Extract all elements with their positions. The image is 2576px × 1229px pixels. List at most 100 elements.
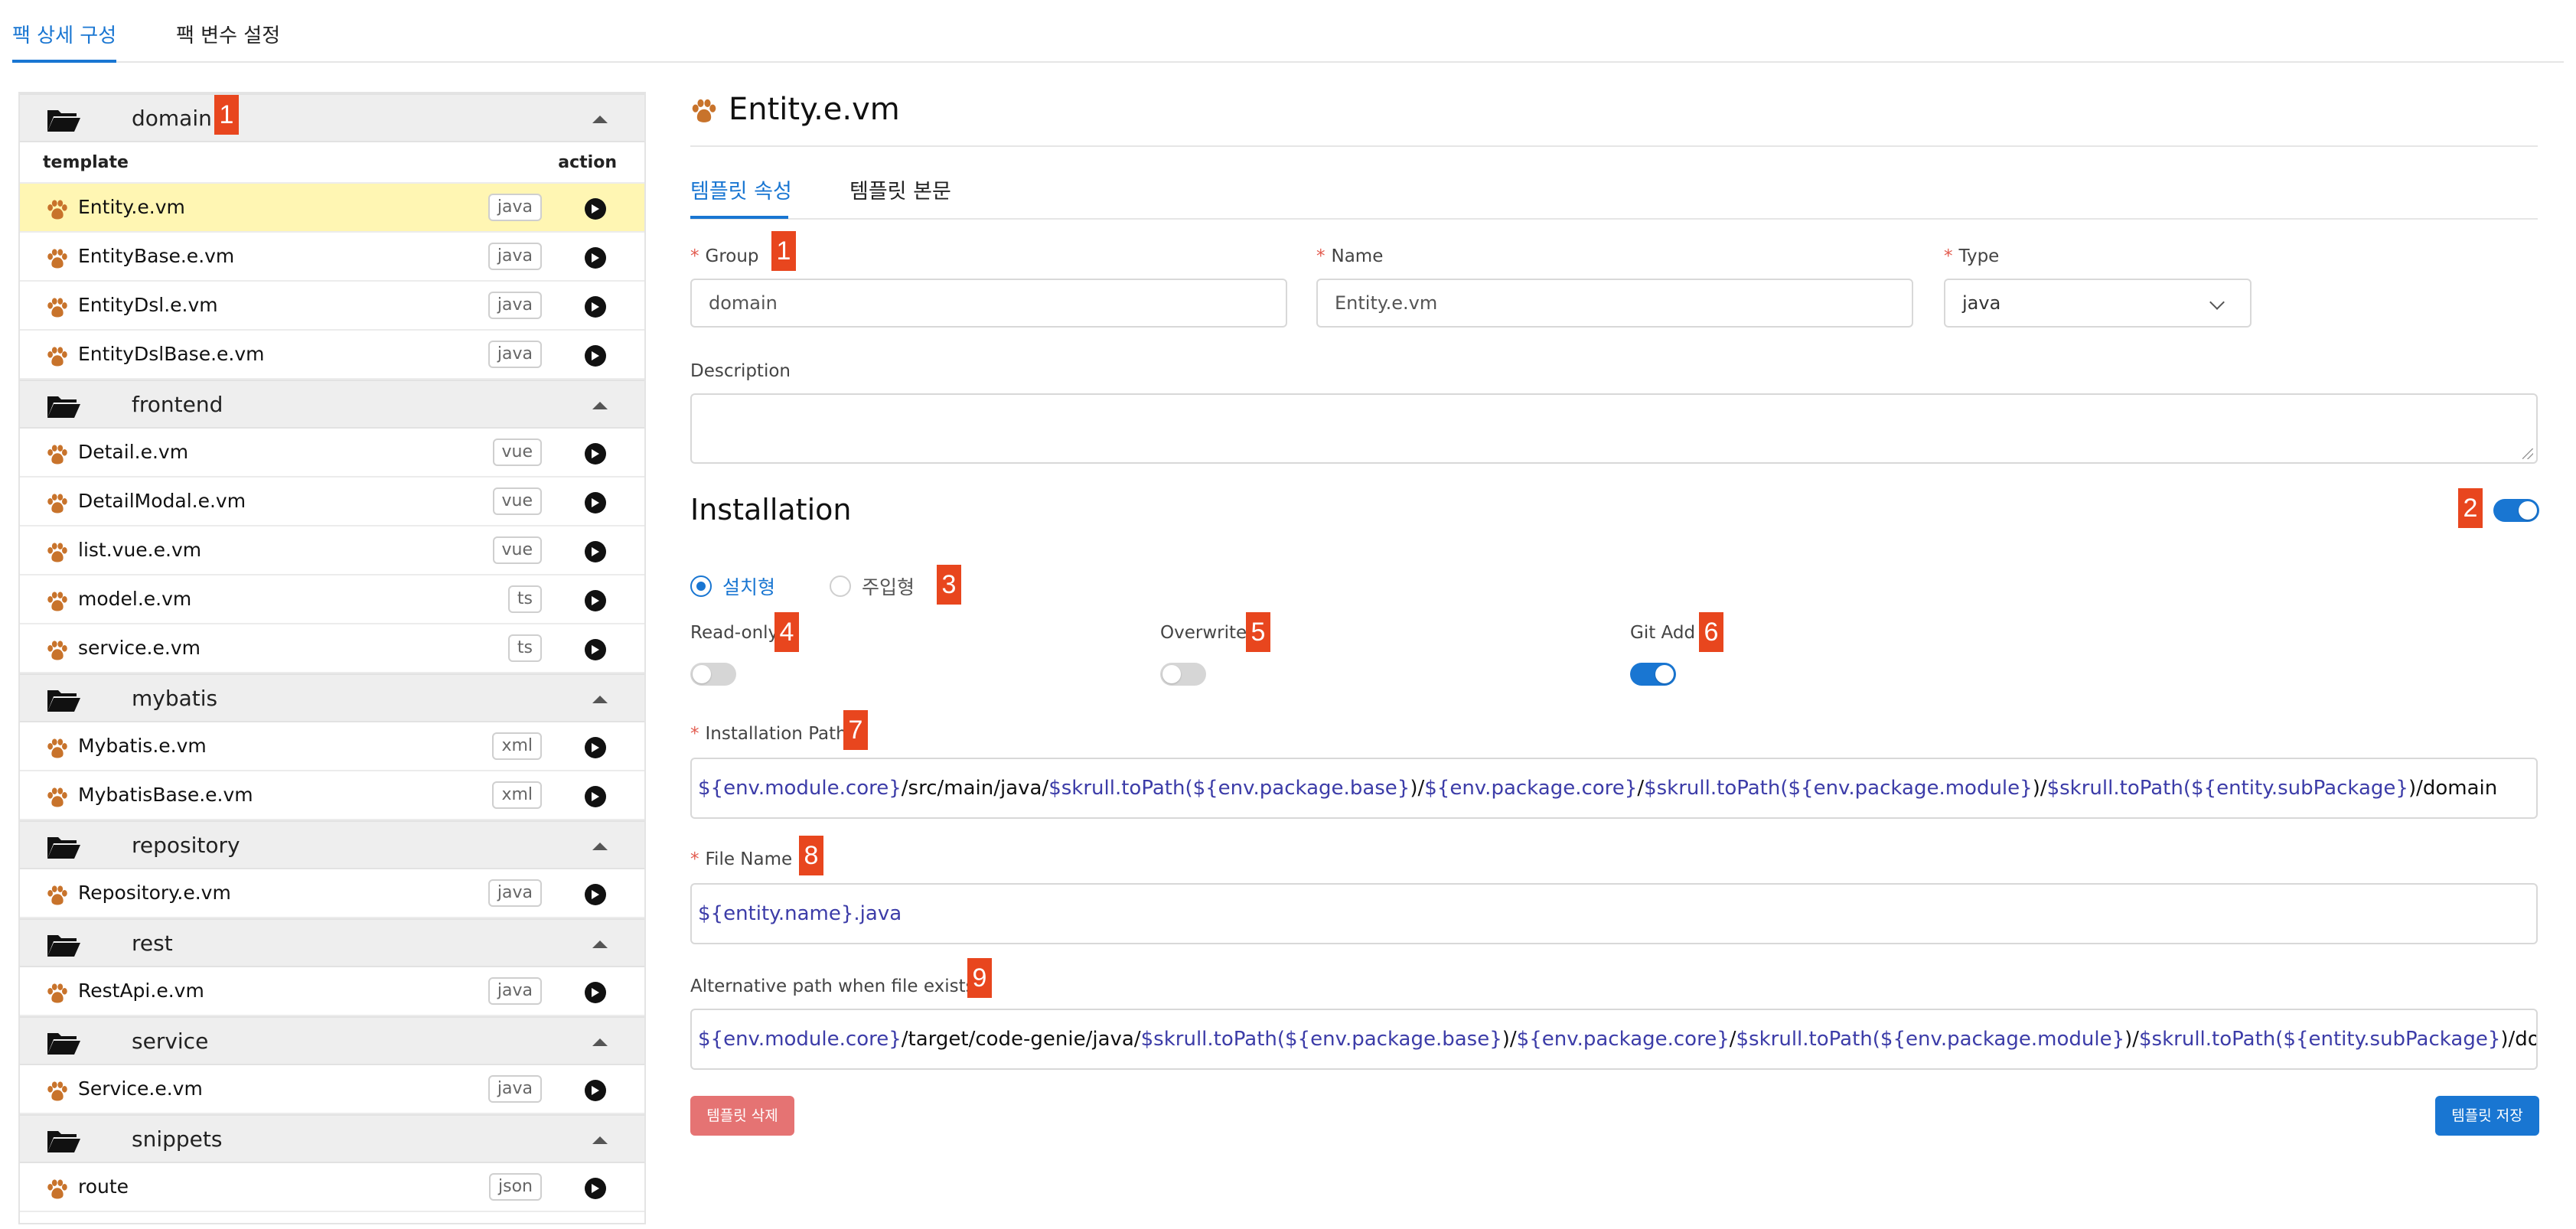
- type-select[interactable]: java: [1944, 279, 2252, 328]
- arrow-right-icon[interactable]: [585, 639, 606, 660]
- arrow-right-icon[interactable]: [585, 541, 606, 562]
- tab-pack-variables[interactable]: 팩 변수 설정: [176, 20, 280, 48]
- description-textarea[interactable]: [690, 393, 2538, 464]
- tree-group-frontend[interactable]: frontend: [20, 380, 644, 429]
- toggle-knob: [2519, 501, 2537, 520]
- tree-group-repository[interactable]: repository: [20, 820, 644, 869]
- template-name: DetailModal.e.vm: [78, 490, 246, 512]
- annotation-marker: 4: [774, 612, 799, 652]
- template-variable: ${env.module.core}: [698, 777, 902, 800]
- folder-open-icon: [46, 932, 81, 958]
- git-add-toggle[interactable]: [1630, 663, 1676, 686]
- path-text: )/domain: [2500, 1028, 2538, 1051]
- template-name: Service.e.vm: [78, 1077, 203, 1100]
- folder-open-icon: [46, 687, 81, 713]
- arrow-right-icon[interactable]: [585, 737, 606, 758]
- radio-inject-type[interactable]: [830, 575, 851, 597]
- tree-group-snippets[interactable]: snippets: [20, 1114, 644, 1163]
- template-type-badge: vue: [492, 536, 542, 564]
- arrow-right-icon[interactable]: [585, 884, 606, 905]
- folder-open-icon: [46, 393, 81, 419]
- template-name: service.e.vm: [78, 637, 201, 659]
- column-action-label: action: [558, 153, 617, 172]
- template-row[interactable]: list.vue.e.vm vue: [20, 526, 644, 575]
- delete-template-button[interactable]: 템플릿 삭제: [690, 1096, 794, 1136]
- paw-icon: [46, 787, 69, 808]
- arrow-right-icon[interactable]: [585, 296, 606, 318]
- template-name: Mybatis.e.vm: [78, 735, 207, 757]
- collapse-caret-icon[interactable]: [592, 1136, 608, 1144]
- template-row[interactable]: Mybatis.e.vm xml: [20, 722, 644, 771]
- template-row[interactable]: RestApi.e.vm java: [20, 967, 644, 1016]
- tree-group-service[interactable]: service: [20, 1016, 644, 1065]
- tree-group-mybatis[interactable]: mybatis: [20, 673, 644, 722]
- toggle-knob: [1655, 665, 1674, 683]
- collapse-caret-icon[interactable]: [592, 1038, 608, 1046]
- template-row[interactable]: EntityDsl.e.vm java: [20, 282, 644, 331]
- group-input[interactable]: domain: [690, 279, 1287, 328]
- alternative-path-input[interactable]: ${env.module.core}/target/code-genie/jav…: [690, 1009, 2538, 1070]
- template-row[interactable]: DetailModal.e.vm vue: [20, 478, 644, 526]
- installation-toggle[interactable]: [2493, 499, 2539, 522]
- template-row[interactable]: Detail.e.vm vue: [20, 429, 644, 478]
- overwrite-label: Overwrite: [1160, 623, 1247, 643]
- template-row[interactable]: Repository.e.vm java: [20, 869, 644, 918]
- tree-group-rest[interactable]: rest: [20, 918, 644, 967]
- arrow-right-icon[interactable]: [585, 982, 606, 1003]
- template-variable: $skrull.toPath(: [1736, 1028, 1880, 1051]
- collapse-caret-icon[interactable]: [592, 402, 608, 409]
- paw-icon: [46, 1081, 69, 1102]
- collapse-caret-icon[interactable]: [592, 696, 608, 703]
- template-variable: ${env.package.core}: [1424, 777, 1638, 800]
- template-row[interactable]: Service.e.vm java: [20, 1065, 644, 1114]
- annotation-marker: 2: [2458, 488, 2483, 528]
- tab-template-properties[interactable]: 템플릿 속성: [690, 174, 792, 204]
- overwrite-toggle[interactable]: [1160, 663, 1206, 686]
- template-row[interactable]: EntityDslBase.e.vm java: [20, 331, 644, 380]
- template-row[interactable]: route json: [20, 1163, 644, 1212]
- name-input[interactable]: Entity.e.vm: [1316, 279, 1913, 328]
- template-name: list.vue.e.vm: [78, 539, 202, 561]
- file-name-input[interactable]: ${entity.name}.java: [690, 883, 2538, 944]
- collapse-caret-icon[interactable]: [592, 116, 608, 123]
- git-add-label: Git Add: [1630, 623, 1696, 643]
- template-row[interactable]: MybatisBase.e.vm xml: [20, 771, 644, 820]
- template-name: Detail.e.vm: [78, 441, 189, 463]
- arrow-right-icon[interactable]: [585, 247, 606, 269]
- arrow-right-icon[interactable]: [585, 1178, 606, 1199]
- chevron-down-icon: [2209, 295, 2225, 310]
- tree-group-domain[interactable]: domain: [20, 93, 644, 142]
- template-row[interactable]: EntityBase.e.vm java: [20, 233, 644, 282]
- arrow-right-icon[interactable]: [585, 443, 606, 465]
- paw-icon: [46, 248, 69, 269]
- template-row[interactable]: Entity.e.vm java: [20, 184, 644, 233]
- toggle-knob: [1162, 665, 1181, 683]
- arrow-right-icon[interactable]: [585, 786, 606, 807]
- template-name: EntityDslBase.e.vm: [78, 343, 265, 365]
- arrow-right-icon[interactable]: [585, 1080, 606, 1101]
- paw-icon: [46, 542, 69, 563]
- template-row[interactable]: model.e.vm ts: [20, 575, 644, 624]
- read-only-toggle[interactable]: [690, 663, 736, 686]
- paw-icon: [46, 640, 69, 661]
- installation-path-input[interactable]: ${env.module.core}/src/main/java/$skrull…: [690, 758, 2538, 819]
- arrow-right-icon[interactable]: [585, 198, 606, 220]
- arrow-right-icon[interactable]: [585, 345, 606, 367]
- tab-template-body[interactable]: 템플릿 본문: [849, 174, 951, 204]
- folder-open-icon: [46, 834, 81, 860]
- tab-pack-detail[interactable]: 팩 상세 구성: [12, 20, 116, 48]
- collapse-caret-icon[interactable]: [592, 940, 608, 948]
- template-type-badge: java: [487, 243, 542, 270]
- resize-handle-icon[interactable]: [2522, 448, 2533, 459]
- folder-open-icon: [46, 1030, 81, 1056]
- paw-icon: [46, 983, 69, 1004]
- tree-group-label: repository: [132, 833, 240, 858]
- template-name: EntityDsl.e.vm: [78, 294, 218, 316]
- template-row[interactable]: service.e.vm ts: [20, 624, 644, 673]
- save-template-button[interactable]: 템플릿 저장: [2435, 1096, 2539, 1136]
- annotation-marker: 5: [1246, 612, 1270, 652]
- radio-install-type[interactable]: [690, 575, 712, 597]
- arrow-right-icon[interactable]: [585, 492, 606, 513]
- collapse-caret-icon[interactable]: [592, 843, 608, 850]
- arrow-right-icon[interactable]: [585, 590, 606, 611]
